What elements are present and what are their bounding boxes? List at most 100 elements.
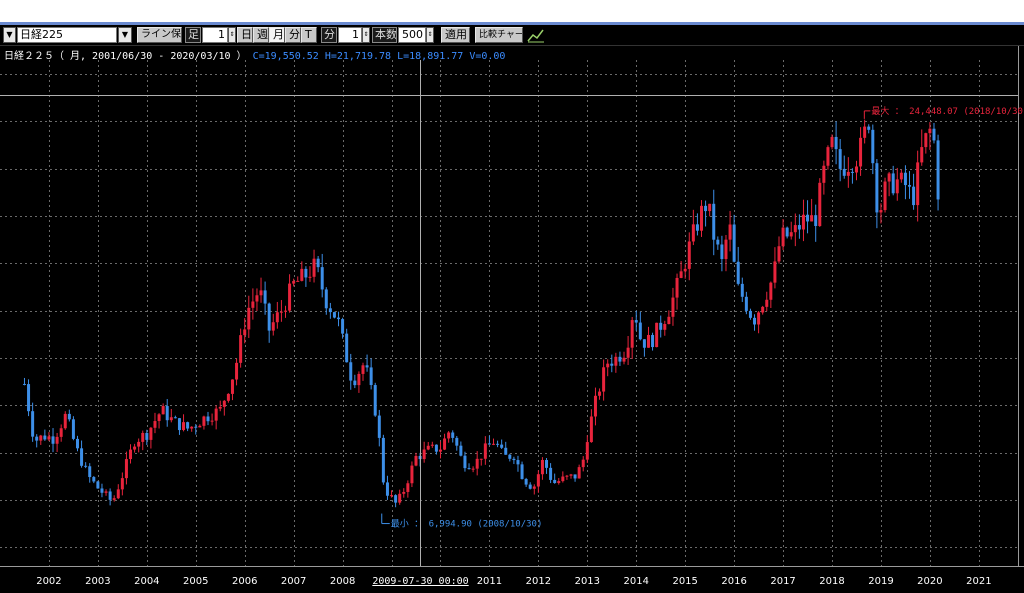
ohlc-values: C=19,550.52 H=21,719.78 L=18,891.77 V=0.… bbox=[252, 51, 506, 62]
x-tick-label: 2013 bbox=[575, 576, 600, 587]
candle-body bbox=[720, 244, 724, 260]
candle-body bbox=[222, 400, 226, 407]
candle-body bbox=[202, 416, 206, 426]
apply-button[interactable]: 適用 bbox=[441, 27, 470, 43]
candle-body bbox=[683, 268, 687, 272]
candle-body bbox=[854, 166, 858, 173]
candle bbox=[655, 322, 659, 348]
candle-body bbox=[381, 437, 385, 483]
tick-button[interactable]: T bbox=[301, 27, 317, 43]
candle-body bbox=[932, 128, 936, 141]
candle bbox=[936, 134, 940, 211]
candle-body bbox=[875, 163, 879, 213]
candle-body bbox=[500, 444, 504, 448]
chart-line-icon[interactable] bbox=[527, 27, 545, 43]
count-spinner-icon[interactable]: ⇕ bbox=[426, 27, 434, 43]
candle bbox=[381, 434, 385, 485]
candle-body bbox=[728, 224, 732, 240]
day-button[interactable]: 日 bbox=[237, 27, 253, 43]
plot-background bbox=[0, 45, 1024, 593]
candle-body bbox=[402, 491, 406, 494]
x-tick-label: 2011 bbox=[477, 576, 502, 587]
x-tick-label: 2003 bbox=[85, 576, 110, 587]
candle-body bbox=[642, 339, 646, 348]
chart-grid bbox=[0, 45, 1024, 593]
candlestick-chart[interactable]: 最大 ： 24,448.07 (2018/10/30) 最小 ： 6,994.90… bbox=[0, 0, 1024, 593]
candle-body bbox=[928, 128, 932, 134]
month-button[interactable]: 月 bbox=[269, 27, 285, 43]
candle-body bbox=[822, 165, 826, 183]
compare-chart-button[interactable]: 比較チャート bbox=[475, 27, 523, 43]
period-label: 足 bbox=[185, 27, 201, 43]
week-button[interactable]: 週 bbox=[253, 27, 269, 43]
candle-body bbox=[757, 312, 761, 325]
candle-body bbox=[304, 268, 308, 278]
candle-body bbox=[120, 478, 124, 490]
candle-body bbox=[141, 432, 145, 442]
candle bbox=[63, 411, 67, 430]
minute-input[interactable]: 1 bbox=[338, 27, 362, 43]
period-input[interactable]: 1 bbox=[202, 27, 228, 43]
candle-body bbox=[838, 149, 842, 169]
candle-body bbox=[655, 322, 659, 348]
candle-body bbox=[377, 415, 381, 438]
period-spinner-icon[interactable]: ⇕ bbox=[228, 27, 236, 43]
candle-body bbox=[300, 268, 304, 281]
candle-body bbox=[210, 420, 214, 422]
candle-body bbox=[129, 449, 133, 460]
x-tick-label: 2012 bbox=[526, 576, 551, 587]
candle-body bbox=[153, 421, 157, 428]
candle-body bbox=[173, 417, 177, 419]
minute-button[interactable]: 分 bbox=[285, 27, 301, 43]
candle-body bbox=[524, 478, 528, 485]
candle-body bbox=[43, 435, 47, 440]
candle-body bbox=[75, 438, 79, 449]
candle-body bbox=[394, 495, 398, 503]
candle-body bbox=[59, 428, 63, 437]
candle-body bbox=[410, 465, 414, 484]
candle-body bbox=[895, 179, 899, 194]
candle-body bbox=[761, 306, 765, 313]
candle-body bbox=[467, 468, 471, 470]
candle-body bbox=[736, 261, 740, 284]
minute-spinner-icon[interactable]: ⇕ bbox=[362, 27, 370, 43]
candle-body bbox=[471, 468, 475, 470]
x-tick-label: 2017 bbox=[770, 576, 795, 587]
symbol-select[interactable]: 日経225 bbox=[17, 27, 117, 43]
candle-body bbox=[137, 441, 141, 447]
candle-body bbox=[239, 335, 243, 363]
candle-body bbox=[879, 210, 883, 213]
candle-body bbox=[226, 393, 230, 401]
x-tick-label: 2004 bbox=[134, 576, 159, 587]
candle bbox=[883, 177, 887, 213]
candle-body bbox=[406, 483, 410, 492]
candle-body bbox=[663, 324, 667, 330]
candle-body bbox=[704, 205, 708, 212]
candle bbox=[345, 328, 349, 363]
candle-body bbox=[606, 363, 610, 368]
candle-body bbox=[912, 186, 916, 206]
candle-body bbox=[169, 417, 173, 421]
candle-body bbox=[451, 432, 455, 438]
menu-dropdown-icon[interactable]: ▼ bbox=[3, 27, 16, 43]
candle-body bbox=[463, 455, 467, 469]
candle-body bbox=[553, 479, 557, 484]
line-save-button[interactable]: ライン保存 bbox=[137, 27, 182, 43]
candle-body bbox=[883, 181, 887, 211]
candle-body bbox=[549, 467, 553, 480]
symbol-dropdown-icon[interactable]: ▼ bbox=[118, 27, 132, 43]
candle-body bbox=[708, 203, 712, 212]
candle-body bbox=[602, 367, 606, 392]
count-input[interactable]: 500 bbox=[398, 27, 426, 43]
x-tick-label: 2020 bbox=[917, 576, 942, 587]
candle-body bbox=[422, 449, 426, 460]
candle-body bbox=[806, 214, 810, 222]
candle-body bbox=[732, 224, 736, 262]
candle-body bbox=[84, 465, 88, 467]
candle-body bbox=[398, 493, 402, 503]
candle-body bbox=[638, 322, 642, 340]
candle-body bbox=[675, 277, 679, 298]
minute-label: 分 bbox=[321, 27, 337, 43]
candle-body bbox=[512, 458, 516, 461]
candle-body bbox=[797, 225, 801, 230]
